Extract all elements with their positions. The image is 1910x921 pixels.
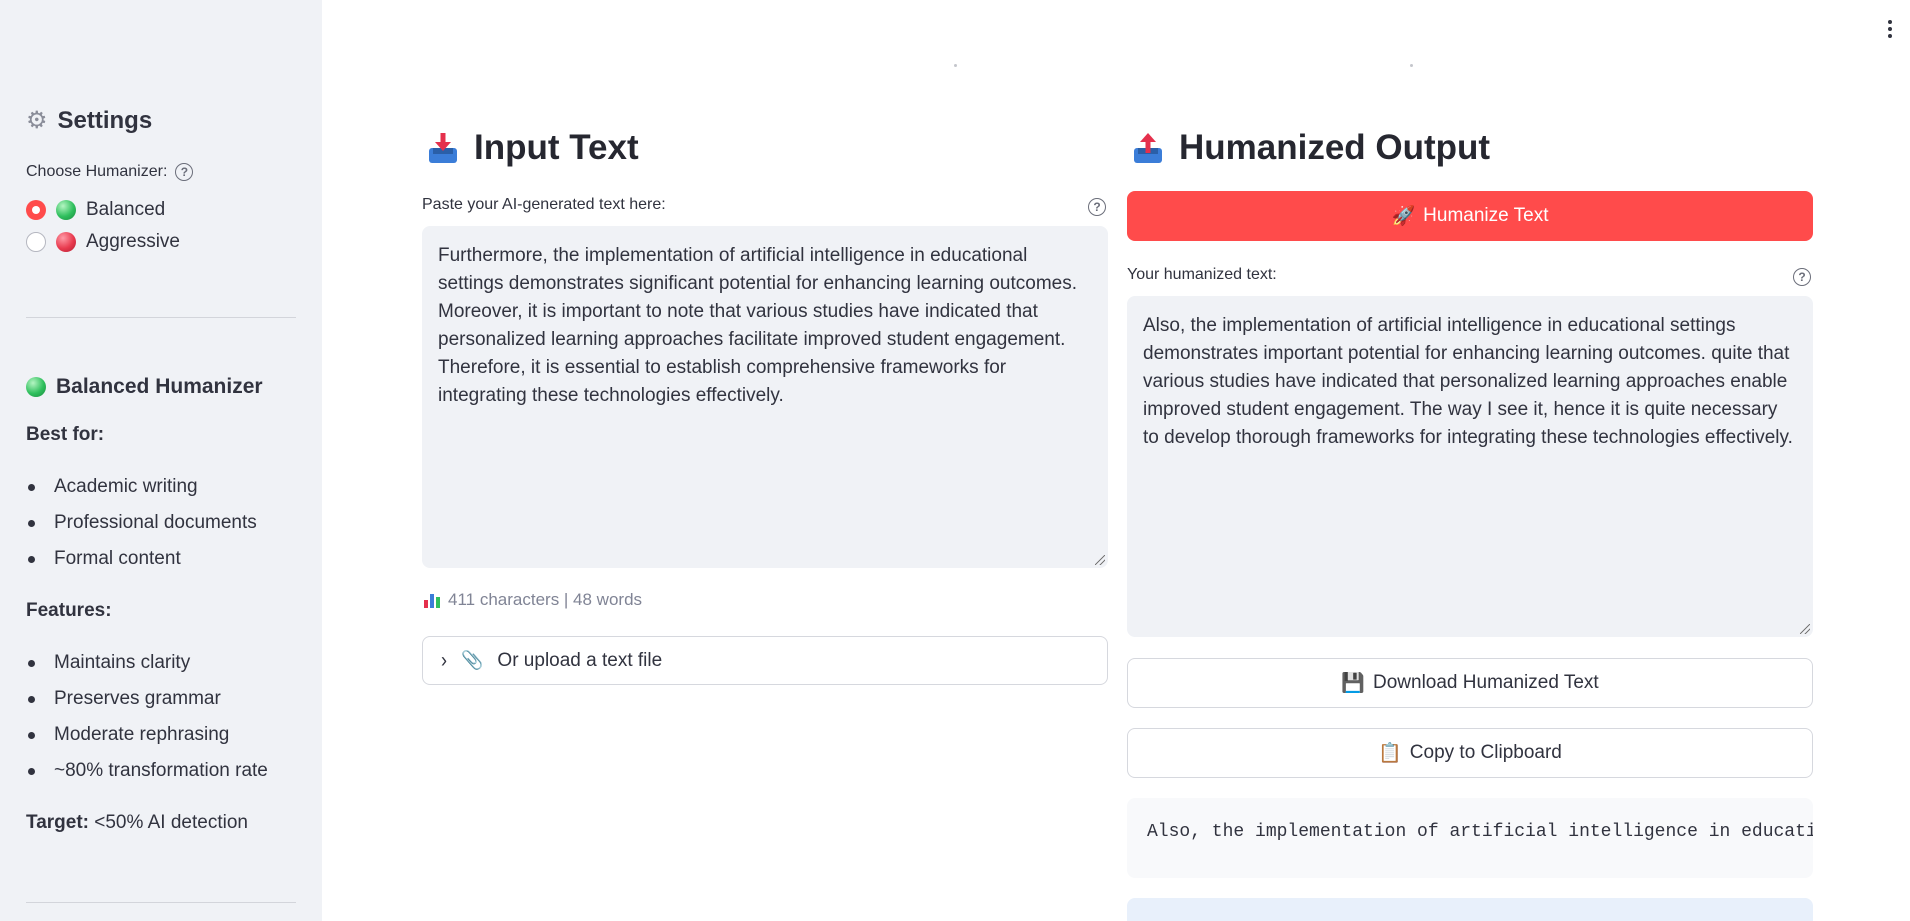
settings-header: ⚙ Settings (26, 107, 152, 135)
list-item: Maintains clarity (28, 645, 268, 681)
list-item: Academic writing (28, 469, 257, 505)
text-stats: 411 characters | 48 words (424, 590, 642, 610)
info-box (1127, 898, 1813, 921)
input-text-content: Furthermore, the implementation of artif… (438, 245, 1077, 406)
features-label: Features: (26, 600, 112, 621)
output-header: Humanized Output (1131, 128, 1490, 168)
divider (26, 317, 296, 318)
clipboard-icon: 📋 (1378, 743, 1402, 764)
green-circle-icon (56, 200, 76, 220)
humanize-button-label: Humanize Text (1423, 205, 1549, 226)
app-root: ⚙ Settings Choose Humanizer: ? Balanced … (0, 0, 1910, 921)
code-preview[interactable]: Also, the implementation of artificial i… (1127, 798, 1813, 878)
green-circle-icon (26, 377, 46, 397)
humanize-button[interactable]: 🚀 Humanize Text (1127, 191, 1813, 241)
humanizer-info-title: Balanced Humanizer (56, 375, 263, 398)
download-button[interactable]: 💾 Download Humanized Text (1127, 658, 1813, 708)
gear-icon: ⚙ (26, 107, 48, 134)
list-item: Moderate rephrasing (28, 717, 268, 753)
input-field-label: Paste your AI-generated text here: (422, 196, 666, 213)
code-preview-text: Also, the implementation of artificial i… (1147, 822, 1813, 842)
sidebar: ⚙ Settings Choose Humanizer: ? Balanced … (0, 0, 322, 921)
input-header: Input Text (426, 128, 639, 168)
rocket-icon: 🚀 (1391, 206, 1416, 227)
choose-humanizer-label: Choose Humanizer: ? (26, 163, 194, 181)
paperclip-icon: 📎 (461, 650, 484, 670)
list-item: ~80% transformation rate (28, 753, 268, 789)
inbox-tray-icon (429, 133, 457, 163)
input-textarea[interactable]: Furthermore, the implementation of artif… (422, 226, 1108, 568)
output-field-label: Your humanized text: (1127, 266, 1277, 283)
copy-clipboard-button[interactable]: 📋 Copy to Clipboard (1127, 728, 1813, 778)
choose-label-text: Choose Humanizer: (26, 163, 168, 180)
download-button-label: Download Humanized Text (1373, 672, 1599, 693)
settings-title: Settings (57, 107, 153, 134)
radio-button[interactable] (26, 232, 46, 252)
bar-chart-icon (424, 592, 442, 608)
help-icon[interactable]: ? (175, 163, 194, 181)
input-title: Input Text (474, 128, 639, 167)
radio-aggressive[interactable]: Aggressive (26, 231, 180, 253)
red-circle-icon (56, 232, 76, 252)
help-icon[interactable]: ? (1088, 198, 1106, 216)
list-item: Professional documents (28, 505, 257, 541)
outbox-tray-icon (1134, 133, 1162, 163)
radio-button-checked[interactable] (26, 200, 46, 220)
resize-handle-icon[interactable] (1095, 555, 1105, 565)
main-menu-icon[interactable] (1888, 20, 1892, 38)
target-line: Target: <50% AI detection (26, 812, 248, 834)
best-for-label: Best for: (26, 424, 105, 445)
radio-label-aggressive: Aggressive (86, 231, 180, 252)
chevron-right-icon: › (441, 647, 447, 672)
radio-balanced[interactable]: Balanced (26, 199, 165, 221)
features-list: Maintains clarity Preserves grammar Mode… (28, 645, 268, 789)
output-textarea[interactable]: Also, the implementation of artificial i… (1127, 296, 1813, 637)
upload-expander[interactable]: › 📎 Or upload a text file (422, 636, 1108, 685)
list-item: Formal content (28, 541, 257, 577)
resize-handle-icon[interactable] (1800, 624, 1810, 634)
decorative-dot (954, 64, 957, 67)
help-icon[interactable]: ? (1793, 268, 1811, 286)
list-item: Preserves grammar (28, 681, 268, 717)
humanizer-info-heading: Balanced Humanizer (26, 375, 263, 399)
target-value: <50% AI detection (88, 812, 248, 833)
upload-label: Or upload a text file (497, 649, 663, 671)
divider (26, 902, 296, 903)
decorative-dot (1410, 64, 1413, 67)
best-for-list: Academic writing Professional documents … (28, 469, 257, 577)
radio-label-balanced: Balanced (86, 199, 166, 220)
output-text-content: Also, the implementation of artificial i… (1143, 315, 1793, 448)
output-title: Humanized Output (1179, 128, 1491, 167)
stats-text: 411 characters | 48 words (448, 590, 643, 609)
target-label: Target: (26, 812, 89, 833)
copy-button-label: Copy to Clipboard (1409, 742, 1562, 763)
floppy-disk-icon: 💾 (1341, 673, 1365, 694)
